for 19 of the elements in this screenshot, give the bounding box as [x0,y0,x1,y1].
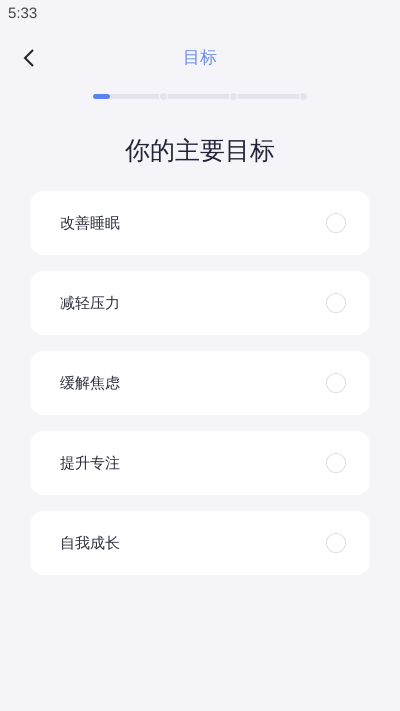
status-time: 5:33 [8,4,38,22]
goal-option[interactable]: 减轻压力 [30,271,370,335]
goal-option[interactable]: 提升专注 [30,431,370,495]
page-title: 目标 [183,46,217,68]
goal-option[interactable]: 缓解焦虑 [30,351,370,415]
heading: 你的主要目标 [124,135,276,167]
radio-button[interactable] [326,213,346,233]
radio-button[interactable] [326,453,346,473]
goal-option[interactable]: 改善睡眠 [30,191,370,255]
option-label: 提升专注 [60,454,120,472]
back-icon[interactable] [22,48,36,68]
radio-button[interactable] [326,373,346,393]
goal-option[interactable]: 自我成长 [30,511,370,575]
radio-button[interactable] [326,293,346,313]
option-label: 自我成长 [60,534,120,552]
option-label: 减轻压力 [60,294,120,312]
option-label: 改善睡眠 [60,214,120,232]
radio-button[interactable] [326,533,346,553]
option-label: 缓解焦虑 [60,374,120,392]
